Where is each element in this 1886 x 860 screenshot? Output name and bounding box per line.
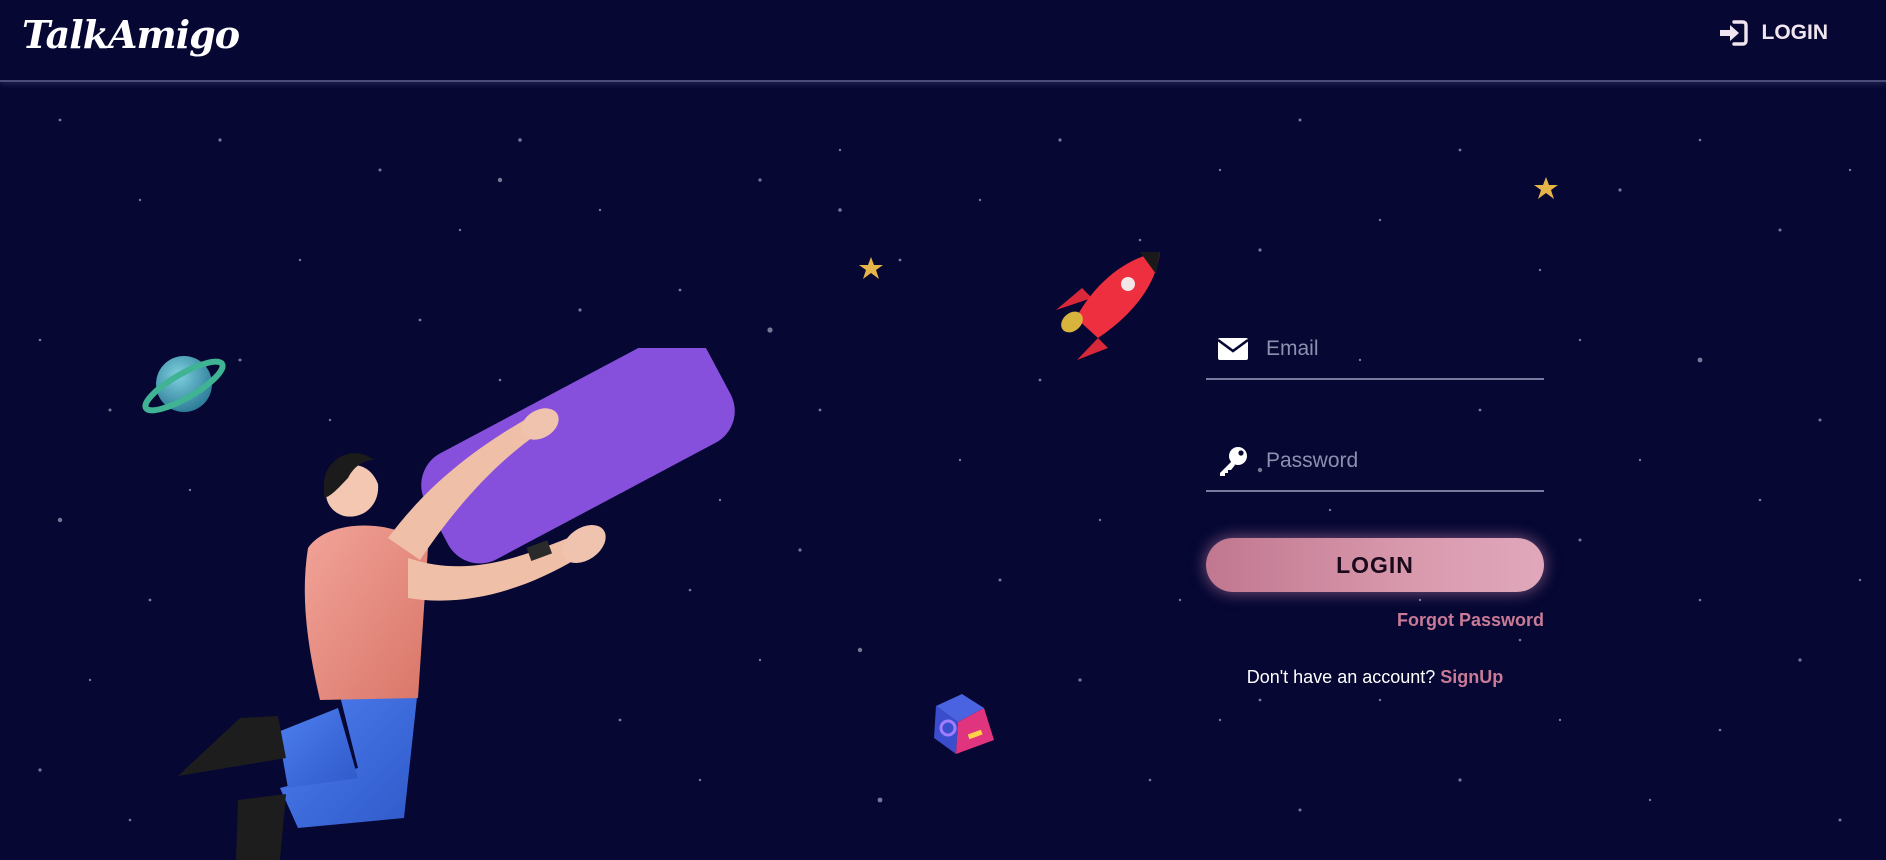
- login-page: TalkAmigo LOGIN Email LOGIN Forgot Passw…: [0, 0, 1886, 860]
- forgot-password-link[interactable]: Forgot Password: [1206, 610, 1544, 631]
- sign-in-icon: [1718, 20, 1748, 46]
- person-holding-panel-illustration: [178, 348, 735, 860]
- password-input[interactable]: [1264, 448, 1528, 474]
- gold-star-icon: [859, 257, 883, 279]
- login-button[interactable]: LOGIN: [1206, 538, 1544, 592]
- app-logo[interactable]: TalkAmigo: [22, 8, 240, 62]
- rocket-illustration: [1056, 252, 1160, 360]
- top-navbar: TalkAmigo LOGIN: [0, 0, 1886, 82]
- gold-star-icon: [1534, 177, 1558, 199]
- envelope-icon: [1216, 337, 1250, 361]
- nav-login-label: LOGIN: [1761, 21, 1829, 44]
- email-field-container: [1206, 320, 1544, 380]
- login-form: LOGIN Forgot Password Don't have an acco…: [1206, 320, 1546, 688]
- signup-prompt-text: Don't have an account?: [1246, 667, 1436, 687]
- signup-link[interactable]: SignUp: [1440, 667, 1503, 687]
- cube-illustration: [934, 694, 994, 754]
- nav-login-link[interactable]: LOGIN: [1718, 20, 1829, 46]
- key-icon: [1216, 445, 1250, 477]
- email-input[interactable]: [1264, 336, 1528, 362]
- password-field-container: [1206, 432, 1544, 492]
- signup-prompt-line: Don't have an account? SignUp: [1206, 667, 1544, 688]
